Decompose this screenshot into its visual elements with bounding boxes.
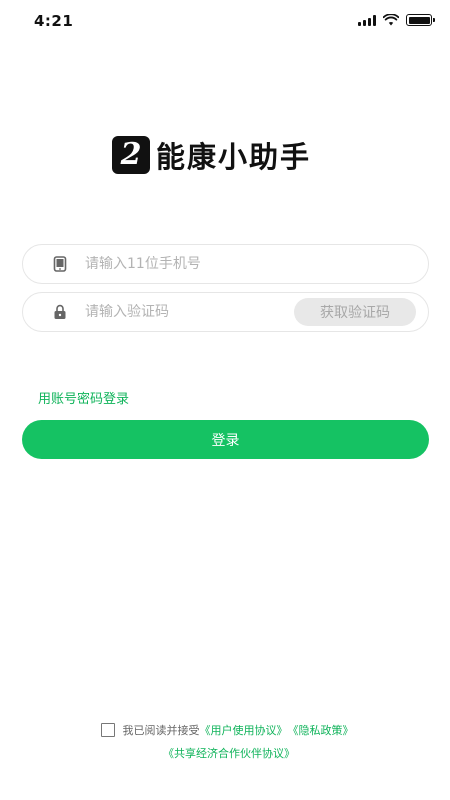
status-icons <box>358 14 435 26</box>
login-button[interactable]: 登录 <box>22 420 429 459</box>
agreement-line-2: 《共享经济合作伙伴协议》 <box>0 745 450 761</box>
password-login-link[interactable]: 用账号密码登录 <box>38 388 129 407</box>
logo-mark-icon: 2 <box>112 136 150 174</box>
wifi-icon <box>383 14 399 26</box>
signal-icon <box>358 14 376 26</box>
phone-field[interactable] <box>22 244 429 284</box>
phone-icon <box>52 256 68 272</box>
code-field[interactable]: 获取验证码 <box>22 292 429 332</box>
logo-mark-text: 2 <box>120 137 142 172</box>
battery-icon <box>406 14 435 26</box>
agreement-prefix: 我已阅读并接受 <box>122 724 200 737</box>
agreement-line: 我已阅读并接受 《用户使用协议》 《隐私政策》 <box>4 722 450 738</box>
agreement: 我已阅读并接受 《用户使用协议》 《隐私政策》 《共享经济合作伙伴协议》 <box>0 722 450 761</box>
status-bar: 4:21 <box>0 0 450 44</box>
partner-agreement-link[interactable]: 《共享经济合作伙伴协议》 <box>163 747 295 760</box>
code-input[interactable] <box>85 304 265 320</box>
agreement-checkbox[interactable] <box>100 723 115 737</box>
get-code-button[interactable]: 获取验证码 <box>294 298 416 326</box>
phone-input[interactable] <box>85 256 265 272</box>
status-time: 4:21 <box>34 12 74 30</box>
app-logo: 2 能康小助手 <box>112 134 311 176</box>
user-agreement-link[interactable]: 《用户使用协议》 <box>200 722 288 738</box>
logo-text: 能康小助手 <box>156 140 312 174</box>
lock-icon <box>52 304 68 320</box>
privacy-policy-link[interactable]: 《隐私政策》 <box>288 722 354 738</box>
